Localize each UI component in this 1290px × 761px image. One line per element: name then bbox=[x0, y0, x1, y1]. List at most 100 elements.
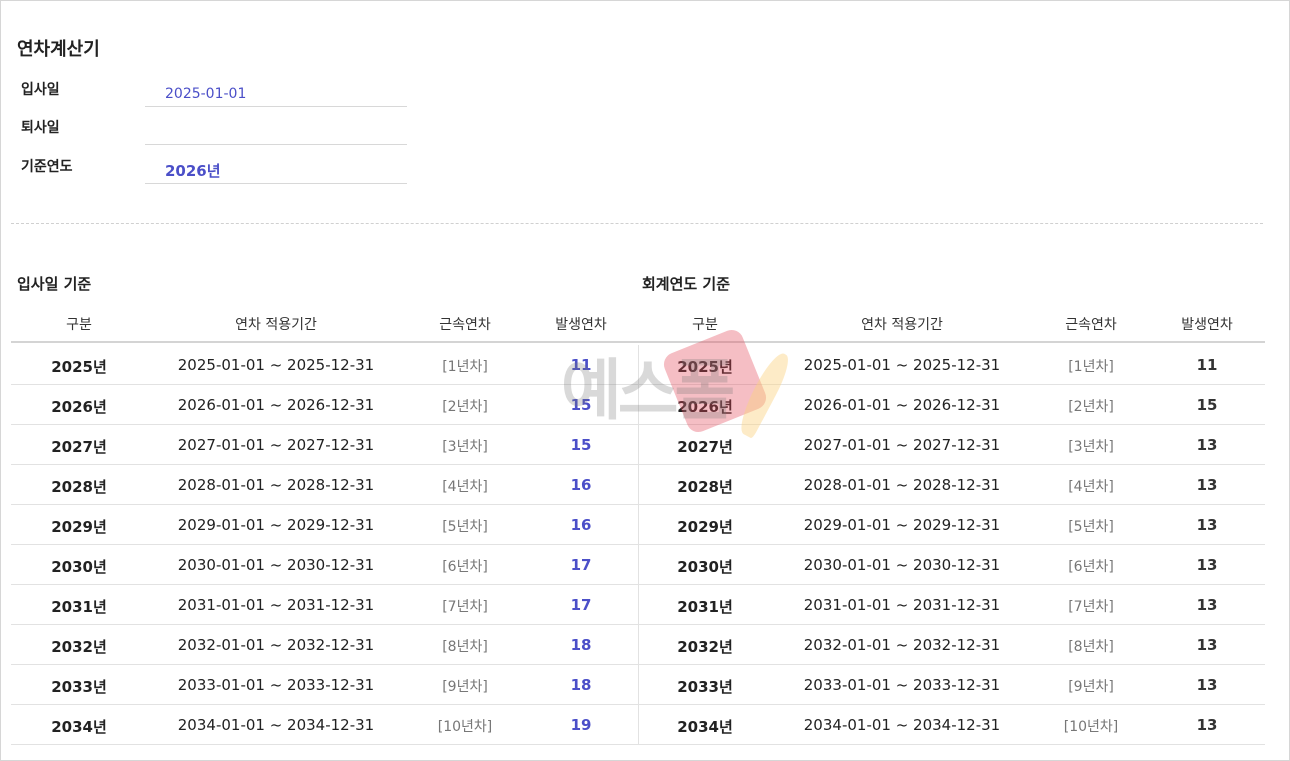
days-cell: 13 bbox=[1196, 676, 1218, 694]
days-cell: 13 bbox=[1196, 596, 1218, 614]
table-row: 2025년 2025-01-01 ~ 2025-12-31 [1년차] 11 2… bbox=[11, 345, 1265, 385]
table-body: 2025년 2025-01-01 ~ 2025-12-31 [1년차] 11 2… bbox=[11, 345, 1265, 745]
year-cell: 2028년 bbox=[51, 478, 107, 496]
period-cell: 2028-01-01 ~ 2028-12-31 bbox=[177, 476, 375, 494]
header-period-left: 연차 적용기간 bbox=[235, 317, 317, 333]
tenure-cell: [3년차] bbox=[442, 439, 488, 455]
year-cell: 2026년 bbox=[677, 398, 733, 416]
table-row: 2032년 2032-01-01 ~ 2032-12-31 [8년차] 18 2… bbox=[11, 625, 1265, 665]
period-cell: 2026-01-01 ~ 2026-12-31 bbox=[803, 396, 1001, 414]
period-cell: 2027-01-01 ~ 2027-12-31 bbox=[177, 436, 375, 454]
year-cell: 2032년 bbox=[677, 638, 733, 656]
year-cell: 2029년 bbox=[677, 518, 733, 536]
year-cell: 2028년 bbox=[677, 478, 733, 496]
period-cell: 2034-01-01 ~ 2034-12-31 bbox=[803, 716, 1001, 734]
period-cell: 2032-01-01 ~ 2032-12-31 bbox=[177, 636, 375, 654]
tenure-cell: [4년차] bbox=[1068, 479, 1114, 495]
tenure-cell: [6년차] bbox=[1068, 559, 1114, 575]
days-cell: 15 bbox=[1196, 396, 1218, 414]
days-cell: 13 bbox=[1196, 476, 1218, 494]
leave-date-row: 퇴사일 bbox=[21, 117, 407, 157]
year-cell: 2027년 bbox=[677, 438, 733, 456]
period-cell: 2027-01-01 ~ 2027-12-31 bbox=[803, 436, 1001, 454]
period-cell: 2029-01-01 ~ 2029-12-31 bbox=[803, 516, 1001, 534]
year-cell: 2031년 bbox=[677, 598, 733, 616]
hire-date-label: 입사일 bbox=[21, 82, 60, 98]
period-cell: 2034-01-01 ~ 2034-12-31 bbox=[177, 716, 375, 734]
days-cell: 15 bbox=[570, 436, 592, 454]
tenure-cell: [1년차] bbox=[442, 359, 488, 375]
tenure-cell: [9년차] bbox=[1068, 679, 1114, 695]
table-row: 2027년 2027-01-01 ~ 2027-12-31 [3년차] 15 2… bbox=[11, 425, 1265, 465]
hire-date-row: 입사일 bbox=[21, 79, 407, 119]
tenure-cell: [6년차] bbox=[442, 559, 488, 575]
year-cell: 2030년 bbox=[677, 558, 733, 576]
table-row: 2034년 2034-01-01 ~ 2034-12-31 [10년차] 19 … bbox=[11, 705, 1265, 745]
page-frame: 연차계산기 입사일 퇴사일 기준연도 입사일 기준 회계연도 기준 구분 연차 … bbox=[0, 0, 1290, 761]
year-cell: 2029년 bbox=[51, 518, 107, 536]
days-cell: 17 bbox=[570, 596, 592, 614]
hire-basis-title: 입사일 기준 bbox=[17, 275, 92, 293]
tenure-cell: [2년차] bbox=[442, 399, 488, 415]
table-header: 구분 연차 적용기간 근속연차 발생연차 구분 연차 적용기간 근속연차 발생연… bbox=[11, 305, 1265, 343]
tenure-cell: [9년차] bbox=[442, 679, 488, 695]
tenure-cell: [2년차] bbox=[1068, 399, 1114, 415]
period-cell: 2033-01-01 ~ 2033-12-31 bbox=[177, 676, 375, 694]
header-days-right: 발생연차 bbox=[1181, 317, 1233, 333]
year-cell: 2032년 bbox=[51, 638, 107, 656]
tenure-cell: [7년차] bbox=[1068, 599, 1114, 615]
days-cell: 13 bbox=[1196, 516, 1218, 534]
period-cell: 2030-01-01 ~ 2030-12-31 bbox=[803, 556, 1001, 574]
days-cell: 13 bbox=[1196, 716, 1218, 734]
table-row: 2030년 2030-01-01 ~ 2030-12-31 [6년차] 17 2… bbox=[11, 545, 1265, 585]
header-category-left: 구분 bbox=[66, 317, 92, 333]
days-cell: 16 bbox=[570, 476, 592, 494]
hire-date-input[interactable] bbox=[145, 81, 407, 107]
year-cell: 2031년 bbox=[51, 598, 107, 616]
tenure-cell: [5년차] bbox=[442, 519, 488, 535]
section-divider bbox=[11, 223, 1263, 224]
period-cell: 2025-01-01 ~ 2025-12-31 bbox=[803, 356, 1001, 374]
header-days-left: 발생연차 bbox=[555, 317, 607, 333]
days-cell: 13 bbox=[1196, 436, 1218, 454]
year-cell: 2027년 bbox=[51, 438, 107, 456]
tenure-cell: [7년차] bbox=[442, 599, 488, 615]
year-cell: 2034년 bbox=[677, 718, 733, 736]
leave-date-input[interactable] bbox=[145, 119, 407, 145]
period-cell: 2031-01-01 ~ 2031-12-31 bbox=[803, 596, 1001, 614]
year-cell: 2034년 bbox=[51, 718, 107, 736]
table-row: 2028년 2028-01-01 ~ 2028-12-31 [4년차] 16 2… bbox=[11, 465, 1265, 505]
fiscal-basis-title: 회계연도 기준 bbox=[642, 275, 731, 293]
days-cell: 16 bbox=[570, 516, 592, 534]
period-cell: 2031-01-01 ~ 2031-12-31 bbox=[177, 596, 375, 614]
period-cell: 2032-01-01 ~ 2032-12-31 bbox=[803, 636, 1001, 654]
days-cell: 18 bbox=[570, 636, 592, 654]
period-cell: 2028-01-01 ~ 2028-12-31 bbox=[803, 476, 1001, 494]
year-cell: 2025년 bbox=[51, 358, 107, 376]
table-row: 2026년 2026-01-01 ~ 2026-12-31 [2년차] 15 2… bbox=[11, 385, 1265, 425]
base-year-row: 기준연도 bbox=[21, 156, 407, 196]
tenure-cell: [4년차] bbox=[442, 479, 488, 495]
days-cell: 13 bbox=[1196, 636, 1218, 654]
days-cell: 15 bbox=[570, 396, 592, 414]
header-period-right: 연차 적용기간 bbox=[861, 317, 943, 333]
year-cell: 2025년 bbox=[677, 358, 733, 376]
year-cell: 2030년 bbox=[51, 558, 107, 576]
tenure-cell: [8년차] bbox=[442, 639, 488, 655]
tenure-cell: [3년차] bbox=[1068, 439, 1114, 455]
header-tenure-left: 근속연차 bbox=[439, 317, 491, 333]
base-year-select[interactable] bbox=[145, 158, 407, 184]
days-cell: 17 bbox=[570, 556, 592, 574]
header-category-right: 구분 bbox=[692, 317, 718, 333]
table-row: 2031년 2031-01-01 ~ 2031-12-31 [7년차] 17 2… bbox=[11, 585, 1265, 625]
year-cell: 2033년 bbox=[677, 678, 733, 696]
period-cell: 2029-01-01 ~ 2029-12-31 bbox=[177, 516, 375, 534]
period-cell: 2033-01-01 ~ 2033-12-31 bbox=[803, 676, 1001, 694]
period-cell: 2030-01-01 ~ 2030-12-31 bbox=[177, 556, 375, 574]
year-cell: 2026년 bbox=[51, 398, 107, 416]
days-cell: 19 bbox=[570, 716, 592, 734]
days-cell: 11 bbox=[570, 356, 592, 374]
days-cell: 13 bbox=[1196, 556, 1218, 574]
tenure-cell: [8년차] bbox=[1068, 639, 1114, 655]
table-row: 2029년 2029-01-01 ~ 2029-12-31 [5년차] 16 2… bbox=[11, 505, 1265, 545]
